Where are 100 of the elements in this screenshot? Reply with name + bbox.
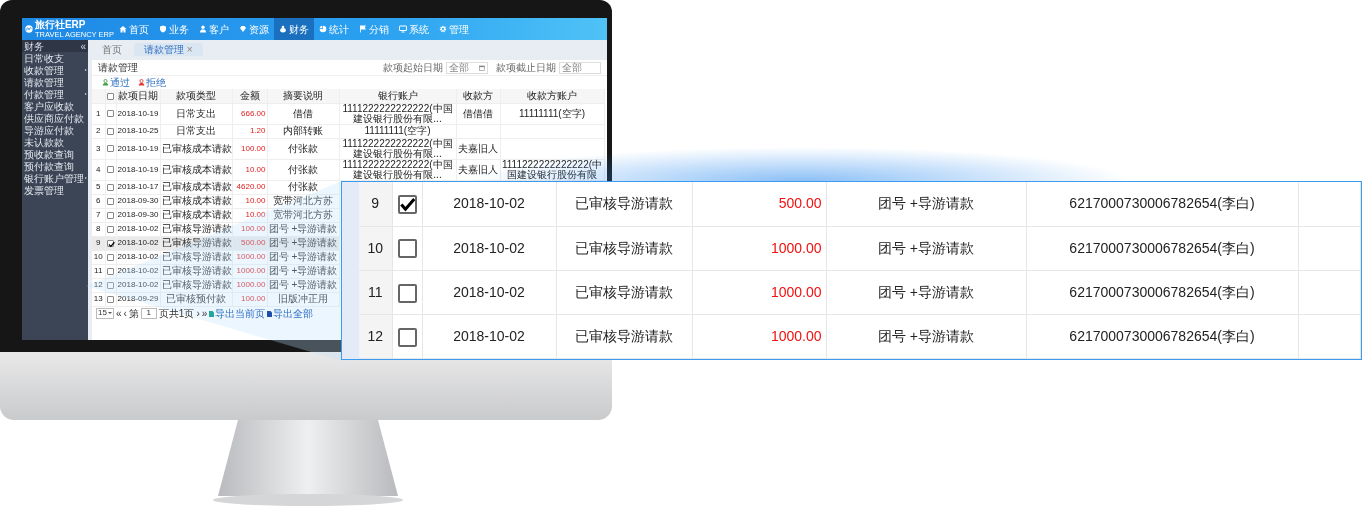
checkbox[interactable]: [107, 92, 114, 100]
document-icon: [267, 310, 273, 317]
table-cell: 100.00: [241, 294, 266, 303]
sidebar-item[interactable]: 收款管理: [22, 64, 88, 76]
checkbox[interactable]: [107, 166, 114, 174]
sidebar-item[interactable]: 预付款查询: [22, 160, 88, 172]
page-size-select[interactable]: 15: [96, 308, 114, 319]
checkbox[interactable]: [107, 183, 114, 191]
table-cell: 2018-10-17: [117, 182, 159, 191]
table-cell: 2018-10-02: [117, 238, 159, 247]
table-cell: 内部转账: [283, 125, 323, 136]
table-cell: 已审核导游请款: [575, 195, 673, 212]
checkbox[interactable]: [397, 239, 417, 259]
sidebar-item[interactable]: 供应商应付款: [22, 112, 88, 124]
table-cell: 已审核成本请款: [161, 181, 232, 192]
sidebar-item[interactable]: 客户应收款: [22, 100, 88, 112]
checkbox[interactable]: [107, 295, 114, 303]
checkbox[interactable]: [107, 211, 114, 219]
person-icon: [138, 79, 145, 86]
checkbox[interactable]: [397, 283, 417, 303]
table-cell: 2018-10-02: [117, 266, 159, 275]
sidebar-item[interactable]: 未认款款: [22, 136, 88, 148]
checkbox[interactable]: [107, 110, 114, 118]
sidebar-item[interactable]: 银行账户管理: [22, 172, 88, 184]
collapse-button[interactable]: «: [80, 40, 86, 52]
person-icon: [102, 79, 109, 86]
table-cell: 10.00: [245, 164, 266, 174]
tab[interactable]: 首页: [92, 43, 132, 56]
date-field[interactable]: 全部: [446, 61, 488, 74]
table-cell: 1.20: [249, 126, 266, 135]
table-cell: 已审核导游请款: [161, 251, 232, 262]
column-header: 收款方: [456, 89, 500, 103]
checkbox[interactable]: [107, 127, 114, 135]
table-cell: 1000.00: [236, 280, 266, 289]
table-cell: 团号 +导游请款: [877, 327, 975, 344]
table-cell: 6217000730006782654(李白): [1069, 239, 1255, 256]
sidebar-item[interactable]: 付款管理: [22, 88, 88, 100]
table-cell: 已审核导游请款: [575, 327, 673, 344]
calendar-icon[interactable]: [479, 64, 485, 71]
row-number: 7: [92, 208, 105, 222]
table-cell: 100.00: [241, 143, 266, 153]
tab[interactable]: 请款管理 ×: [134, 43, 203, 56]
table-cell: 1111222222222222(中国建设银行股份有限...: [342, 137, 453, 159]
table-cell: 1000.00: [236, 252, 266, 261]
table-cell: 团号 +导游请款: [268, 237, 338, 248]
page-nav-button[interactable]: ›: [196, 308, 200, 319]
checkbox[interactable]: [107, 267, 114, 275]
checkbox[interactable]: [397, 195, 417, 215]
table-cell: 1000.00: [770, 239, 822, 256]
table-cell: 1000.00: [770, 283, 822, 300]
table-cell: 日常支出: [176, 125, 216, 136]
table-cell: 1111222222222222(中国建设银行股份有限...: [342, 158, 453, 180]
checkbox[interactable]: [107, 253, 114, 261]
pie-chart-icon: [319, 25, 327, 33]
table-cell: 500.00: [241, 238, 266, 247]
column-header: 银行账户: [339, 89, 456, 103]
table-cell: 已审核导游请款: [161, 265, 232, 276]
table-cell: 2018-10-02: [453, 327, 525, 344]
table-cell: 2018-09-30: [117, 210, 159, 219]
page-nav-button[interactable]: «: [115, 308, 122, 319]
action-button[interactable]: 通过: [102, 77, 130, 88]
table-cell: 2018-10-19: [117, 108, 159, 118]
table-cell: 6217000730006782654(李白): [1069, 283, 1255, 300]
checkbox[interactable]: [107, 239, 114, 247]
checkbox[interactable]: [107, 281, 114, 289]
table-cell: 旧版冲正用: [278, 293, 328, 304]
sidebar-item[interactable]: 发票管理: [22, 184, 88, 196]
page-input[interactable]: 1: [140, 308, 157, 319]
row-number: 10: [92, 250, 105, 264]
table-cell: 2018-10-02: [453, 195, 525, 212]
sidebar-item[interactable]: 导游应付款: [22, 124, 88, 136]
table-cell: 6217000730006782654(李白): [1069, 327, 1255, 344]
table-cell: 10.00: [245, 210, 266, 219]
table-cell: 日常支出: [176, 107, 216, 119]
action-button[interactable]: 拒绝: [138, 77, 166, 88]
checkbox[interactable]: [397, 327, 417, 347]
logo-title: 旅行社ERP: [34, 19, 87, 30]
table-cell: 夫嘉旧人: [458, 142, 498, 154]
table-cell: 付张款: [288, 181, 318, 192]
table-cell: 已审核预付款: [166, 293, 226, 304]
row-number: 1: [92, 103, 105, 124]
checkbox[interactable]: [107, 145, 114, 153]
page-nav-button[interactable]: ‹: [123, 308, 127, 319]
sidebar-item[interactable]: 请款管理: [22, 76, 88, 88]
date-field[interactable]: 全部: [559, 61, 601, 74]
sidebar-item[interactable]: 日常收支: [22, 52, 88, 64]
row-number: 2: [92, 124, 105, 138]
table-cell: 2018-10-02: [117, 224, 159, 233]
table-cell: 2018-10-02: [117, 252, 159, 261]
table-cell: 付张款: [288, 142, 318, 154]
export-button[interactable]: 导出全部: [267, 308, 314, 319]
checkbox[interactable]: [107, 225, 114, 233]
sidebar-item[interactable]: 预收款查询: [22, 148, 88, 160]
table-cell: 已审核导游请款: [575, 283, 673, 300]
bag-icon: [279, 25, 287, 33]
export-button[interactable]: 导出当前页: [209, 308, 266, 319]
table-cell: 已审核导游请款: [161, 279, 232, 290]
checkbox[interactable]: [107, 197, 114, 205]
nav-item[interactable]: 财务: [274, 18, 314, 40]
page-nav-button[interactable]: »: [201, 308, 208, 319]
